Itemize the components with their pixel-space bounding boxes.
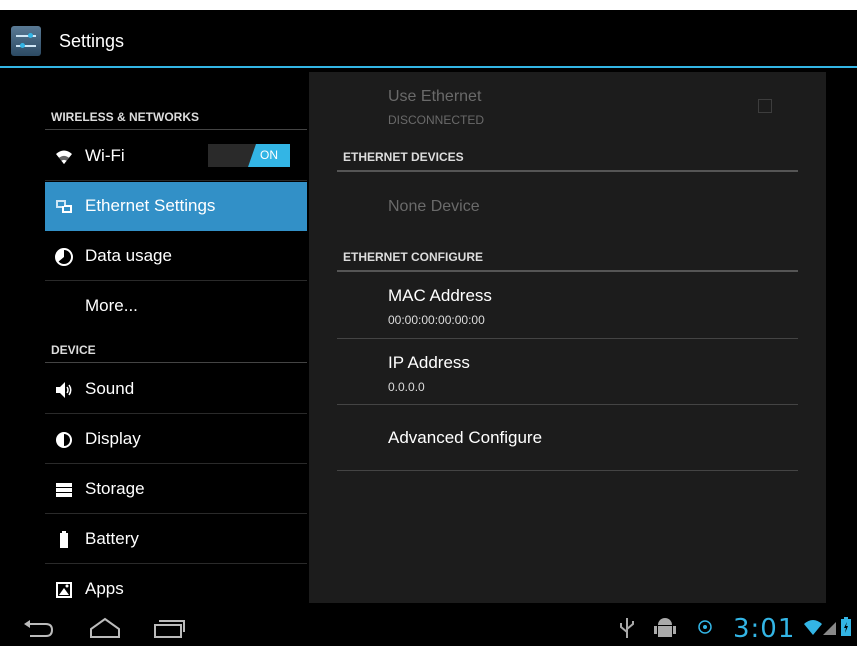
mac-address-value: 00:00:00:00:00:00 xyxy=(388,313,485,327)
storage-icon xyxy=(54,480,74,500)
category-device: DEVICE xyxy=(51,343,96,357)
sidebar-item-label: Ethernet Settings xyxy=(85,196,216,215)
ethernet-configure-header: ETHERNET CONFIGURE xyxy=(343,250,484,264)
sidebar-item-label: More... xyxy=(85,296,138,315)
divider xyxy=(337,404,798,405)
advanced-configure-item[interactable]: Advanced Configure xyxy=(388,428,542,448)
ethernet-settings-panel: Use Ethernet DISCONNECTED ETHERNET DEVIC… xyxy=(309,72,826,603)
sidebar-item-label: Display xyxy=(85,429,141,448)
none-device-item[interactable]: None Device xyxy=(388,198,480,216)
sidebar-item-more[interactable]: More... xyxy=(45,282,307,331)
android-debug-icon xyxy=(654,615,676,646)
usb-icon xyxy=(618,616,636,645)
divider xyxy=(337,338,798,339)
ethernet-icon xyxy=(54,197,74,217)
use-ethernet-status: DISCONNECTED xyxy=(388,113,485,127)
mac-address-title: MAC Address xyxy=(388,286,492,305)
use-ethernet-checkbox[interactable] xyxy=(758,99,772,113)
ethernet-devices-header: ETHERNET DEVICES xyxy=(343,150,464,164)
sidebar-item-data-usage[interactable]: Data usage xyxy=(45,232,307,281)
settings-app-icon[interactable] xyxy=(11,26,41,56)
recent-apps-icon[interactable] xyxy=(152,616,186,645)
battery-status-icon xyxy=(840,617,852,642)
app-title: Settings xyxy=(59,31,125,51)
sidebar-item-label: Apps xyxy=(85,579,124,598)
divider xyxy=(337,170,798,172)
battery-icon xyxy=(54,530,74,550)
wifi-signal-icon xyxy=(803,618,823,641)
display-icon xyxy=(54,430,74,450)
sidebar-item-wifi[interactable]: Wi-Fi ON xyxy=(45,132,307,181)
status-clock[interactable]: 3:01 xyxy=(733,614,795,644)
sidebar-item-label: Data usage xyxy=(85,246,172,265)
sidebar-item-label: Sound xyxy=(85,379,135,398)
sync-icon xyxy=(698,620,712,639)
divider xyxy=(337,270,798,272)
ip-address-title: IP Address xyxy=(388,353,470,372)
toggle-on-label: ON xyxy=(248,144,290,167)
wifi-toggle[interactable]: ON xyxy=(208,144,290,167)
android-screen: Settings WIRELESS & NETWORKS Wi-Fi ON Et… xyxy=(0,10,857,646)
home-icon[interactable] xyxy=(88,616,122,645)
category-wireless-networks: WIRELESS & NETWORKS xyxy=(51,110,200,124)
apps-icon xyxy=(54,580,74,600)
sidebar-item-battery[interactable]: Battery xyxy=(45,515,307,564)
settings-sidebar: WIRELESS & NETWORKS Wi-Fi ON Ethernet Se… xyxy=(45,72,307,610)
sidebar-item-display[interactable]: Display xyxy=(45,415,307,464)
wifi-icon xyxy=(54,147,74,167)
sidebar-item-label: Battery xyxy=(85,529,139,548)
speaker-icon xyxy=(54,380,74,400)
sidebar-item-ethernet-settings[interactable]: Ethernet Settings xyxy=(45,182,307,231)
divider xyxy=(45,129,307,130)
divider xyxy=(337,470,798,471)
ip-address-value: 0.0.0.0 xyxy=(388,380,425,394)
action-bar: Settings xyxy=(0,10,857,68)
divider xyxy=(45,362,307,363)
sidebar-item-apps[interactable]: Apps xyxy=(45,565,307,614)
data-usage-icon xyxy=(54,247,74,267)
back-icon[interactable] xyxy=(22,616,56,645)
sidebar-item-label: Wi-Fi xyxy=(85,146,125,165)
sidebar-item-sound[interactable]: Sound xyxy=(45,365,307,414)
sidebar-item-storage[interactable]: Storage xyxy=(45,465,307,514)
sidebar-item-label: Storage xyxy=(85,479,145,498)
cell-signal-icon xyxy=(823,618,837,641)
system-navigation-bar: 3:01 xyxy=(0,610,857,646)
use-ethernet-title: Use Ethernet xyxy=(388,88,482,105)
